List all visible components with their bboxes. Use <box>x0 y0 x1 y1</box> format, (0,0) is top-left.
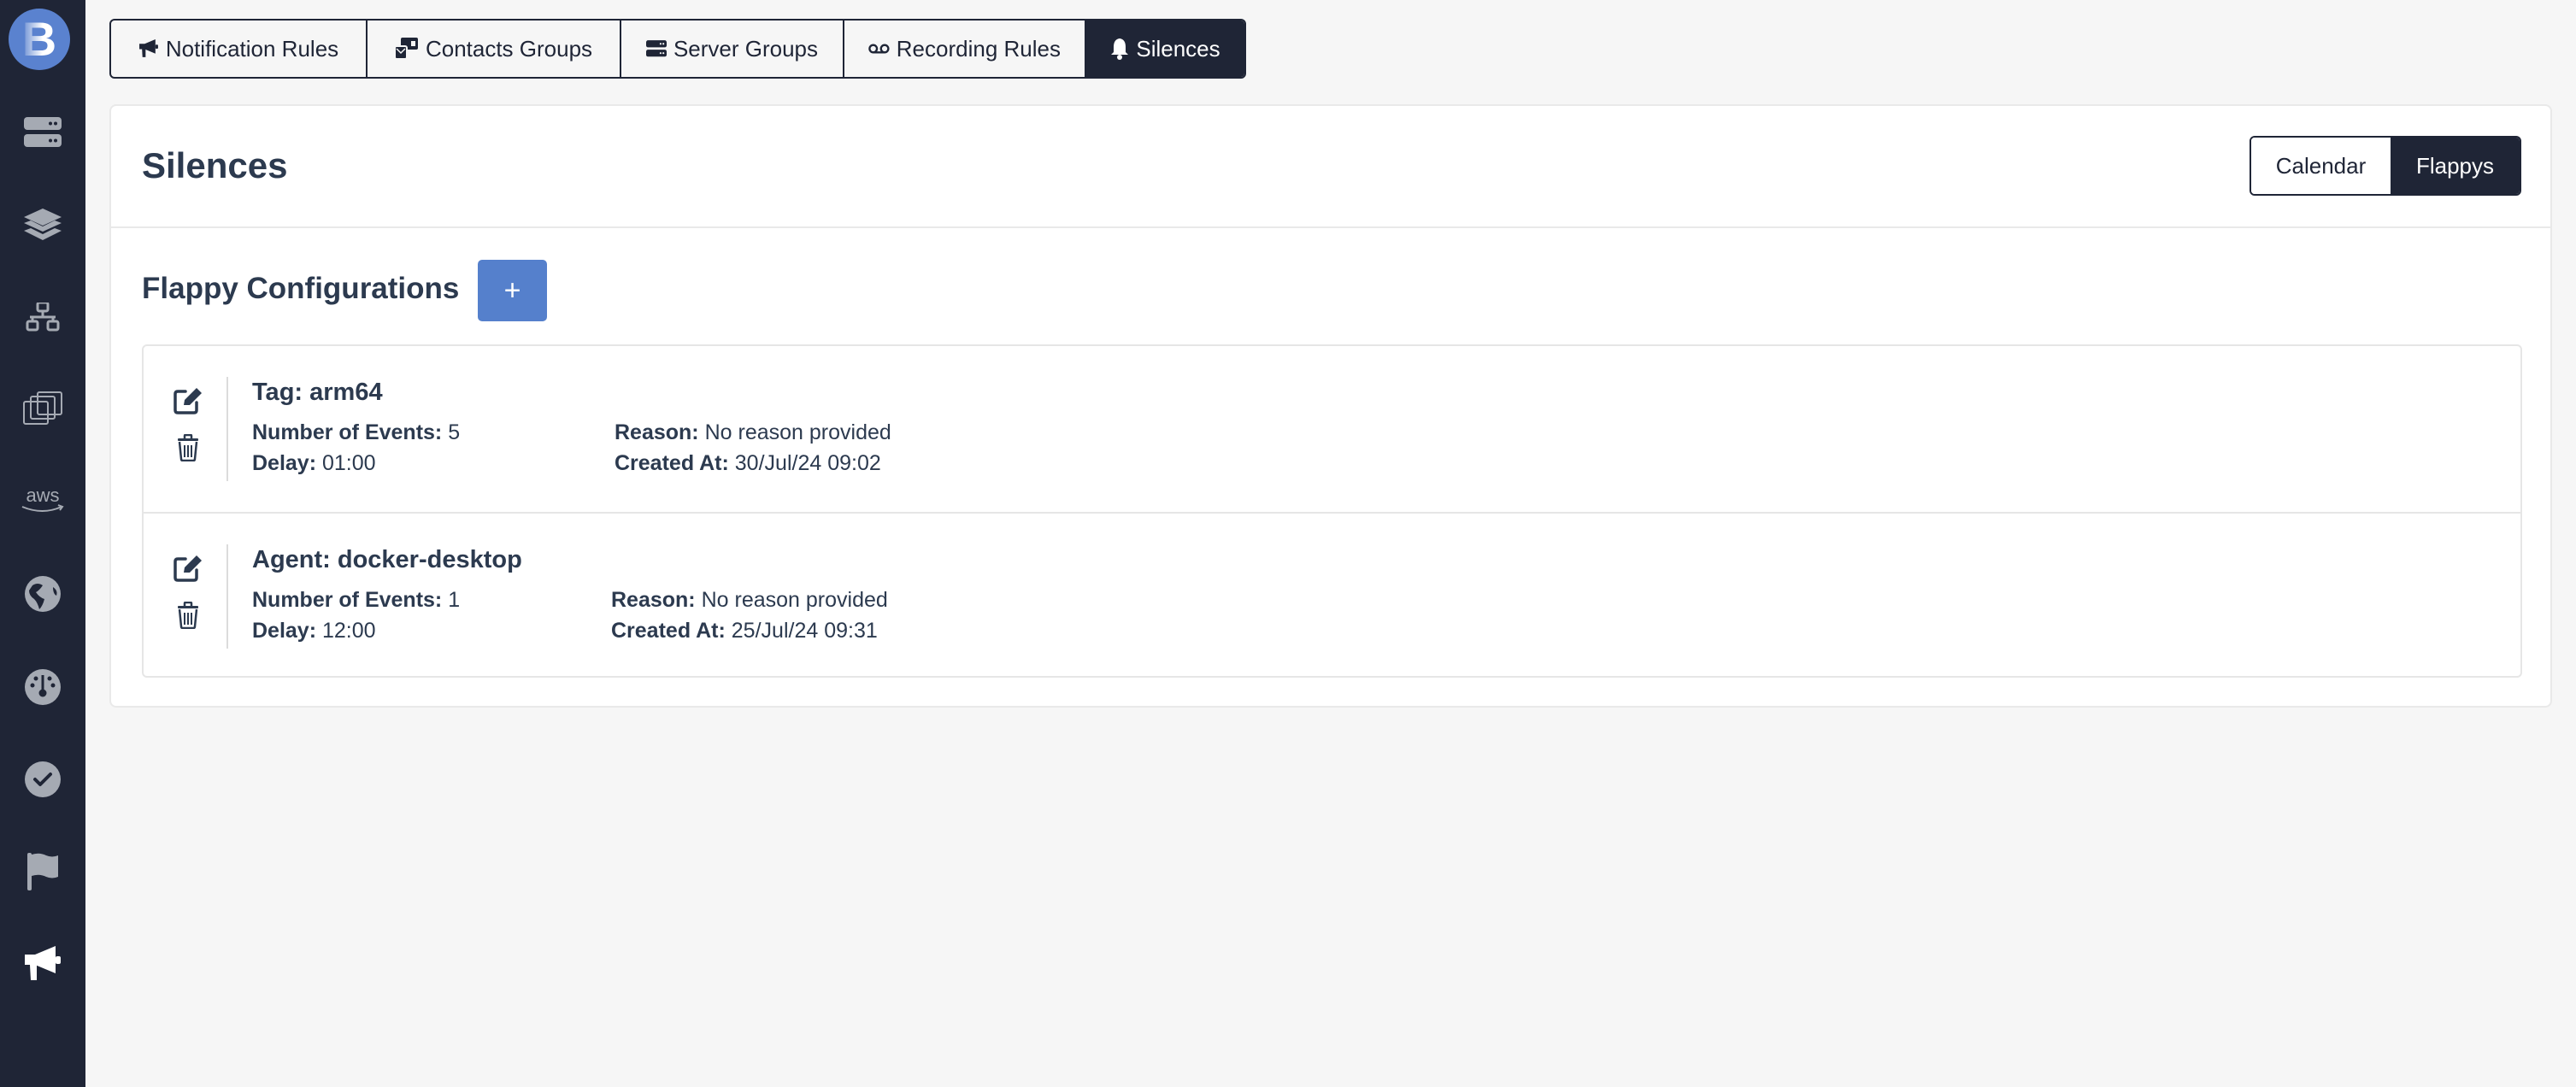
tab-label: Server Groups <box>673 35 819 62</box>
field-label: Created At: <box>611 619 726 643</box>
field-label: Created At: <box>615 451 729 475</box>
tab-label: Contacts Groups <box>425 35 593 62</box>
delay-value: 01:00 <box>322 451 376 475</box>
created-value: 25/Jul/24 09:31 <box>731 619 878 643</box>
check-circle-icon <box>25 761 61 797</box>
sidebar-item-web[interactable] <box>0 555 85 632</box>
delay-field: Delay: 01:00 <box>252 451 376 476</box>
app-logo[interactable]: B <box>9 9 70 70</box>
voicemail-icon <box>868 44 890 54</box>
events-value: 5 <box>448 420 461 444</box>
globe-icon <box>25 576 61 612</box>
sidebar-item-notifications[interactable] <box>0 925 85 1002</box>
gauge-icon <box>25 669 61 705</box>
created-value: 30/Jul/24 09:02 <box>734 451 881 475</box>
windows-stack-icon <box>23 391 62 425</box>
item-title: Agent: docker-desktop <box>252 546 522 573</box>
reason-value: No reason provided <box>701 588 888 612</box>
list-item: Tag: arm64 Number of Events: 5 Delay: 01… <box>144 346 2520 512</box>
sidebar-item-dashboard[interactable] <box>0 649 85 726</box>
reason-field: Reason: No reason provided <box>611 588 888 613</box>
reason-field: Reason: No reason provided <box>615 420 891 445</box>
edit-button[interactable] <box>169 384 207 418</box>
bell-icon <box>1111 38 1129 60</box>
field-label: Number of Events: <box>252 420 443 444</box>
events-field: Number of Events: 1 <box>252 588 460 613</box>
server-icon <box>24 117 62 147</box>
svg-text:aws: aws <box>26 486 59 506</box>
delay-field: Delay: 12:00 <box>252 619 376 643</box>
section-title: Flappy Configurations <box>142 272 460 305</box>
bullhorn-icon <box>138 39 158 57</box>
delete-button[interactable] <box>169 598 207 632</box>
field-label: Reason: <box>615 420 699 444</box>
bullhorn-icon <box>25 946 61 980</box>
sidebar-item-network[interactable] <box>0 279 85 355</box>
edit-icon <box>173 555 202 582</box>
calendar-view-button[interactable]: Calendar <box>2251 138 2391 194</box>
divider <box>226 377 228 481</box>
sidebar-item-servers[interactable] <box>0 94 85 171</box>
tab-label: Notification Rules <box>165 35 339 62</box>
plus-icon: + <box>503 273 521 307</box>
delay-value: 12:00 <box>322 619 376 643</box>
tab-contacts-groups[interactable]: Contacts Groups <box>368 21 621 77</box>
page-title: Silences <box>142 145 288 185</box>
divider <box>226 544 228 649</box>
created-field: Created At: 25/Jul/24 09:31 <box>611 619 878 643</box>
trash-icon <box>178 434 198 461</box>
sidebar-item-layers[interactable] <box>0 186 85 263</box>
edit-button[interactable] <box>169 551 207 585</box>
tab-label: Silences <box>1136 35 1220 62</box>
silences-card: Silences Calendar Flappys Flappy Configu… <box>109 104 2552 708</box>
sidebar-item-flags[interactable] <box>0 833 85 910</box>
list-item: Agent: docker-desktop Number of Events: … <box>144 512 2520 678</box>
add-flappy-button[interactable]: + <box>478 260 547 321</box>
flag-icon <box>27 853 58 890</box>
view-toggle: Calendar Flappys <box>2250 136 2521 196</box>
tab-recording-rules[interactable]: Recording Rules <box>844 21 1086 77</box>
edit-icon <box>173 388 202 414</box>
layers-icon <box>24 209 62 240</box>
sidebar-item-virtual-machines[interactable] <box>0 370 85 447</box>
field-label: Delay: <box>252 619 317 643</box>
network-icon <box>26 303 60 332</box>
card-header: Silences Calendar Flappys <box>111 106 2550 228</box>
flappys-view-button[interactable]: Flappys <box>2391 138 2520 194</box>
sidebar-item-aws[interactable]: aws <box>0 462 85 539</box>
field-label: Delay: <box>252 451 317 475</box>
field-label: Number of Events: <box>252 588 443 612</box>
tab-label: Recording Rules <box>896 35 1061 62</box>
item-title: Tag: arm64 <box>252 379 383 406</box>
events-field: Number of Events: 5 <box>252 420 460 445</box>
created-field: Created At: 30/Jul/24 09:02 <box>615 451 881 476</box>
reason-value: No reason provided <box>704 420 891 444</box>
tab-server-groups[interactable]: Server Groups <box>621 21 844 77</box>
sidebar-item-checks[interactable] <box>0 741 85 818</box>
tab-notification-rules[interactable]: Notification Rules <box>111 21 368 77</box>
logo-letter: B <box>21 12 57 66</box>
sidebar: B aws <box>0 0 85 1087</box>
events-value: 1 <box>448 588 461 612</box>
aws-icon: aws <box>21 486 64 512</box>
field-label: Reason: <box>611 588 696 612</box>
contacts-icon <box>394 38 418 60</box>
server-icon <box>645 40 667 57</box>
section-tabs: Notification Rules Contacts Groups Serve… <box>109 19 1246 79</box>
tab-silences[interactable]: Silences <box>1086 21 1244 77</box>
flappy-list: Tag: arm64 Number of Events: 5 Delay: 01… <box>142 344 2522 678</box>
delete-button[interactable] <box>169 431 207 465</box>
trash-icon <box>178 602 198 629</box>
